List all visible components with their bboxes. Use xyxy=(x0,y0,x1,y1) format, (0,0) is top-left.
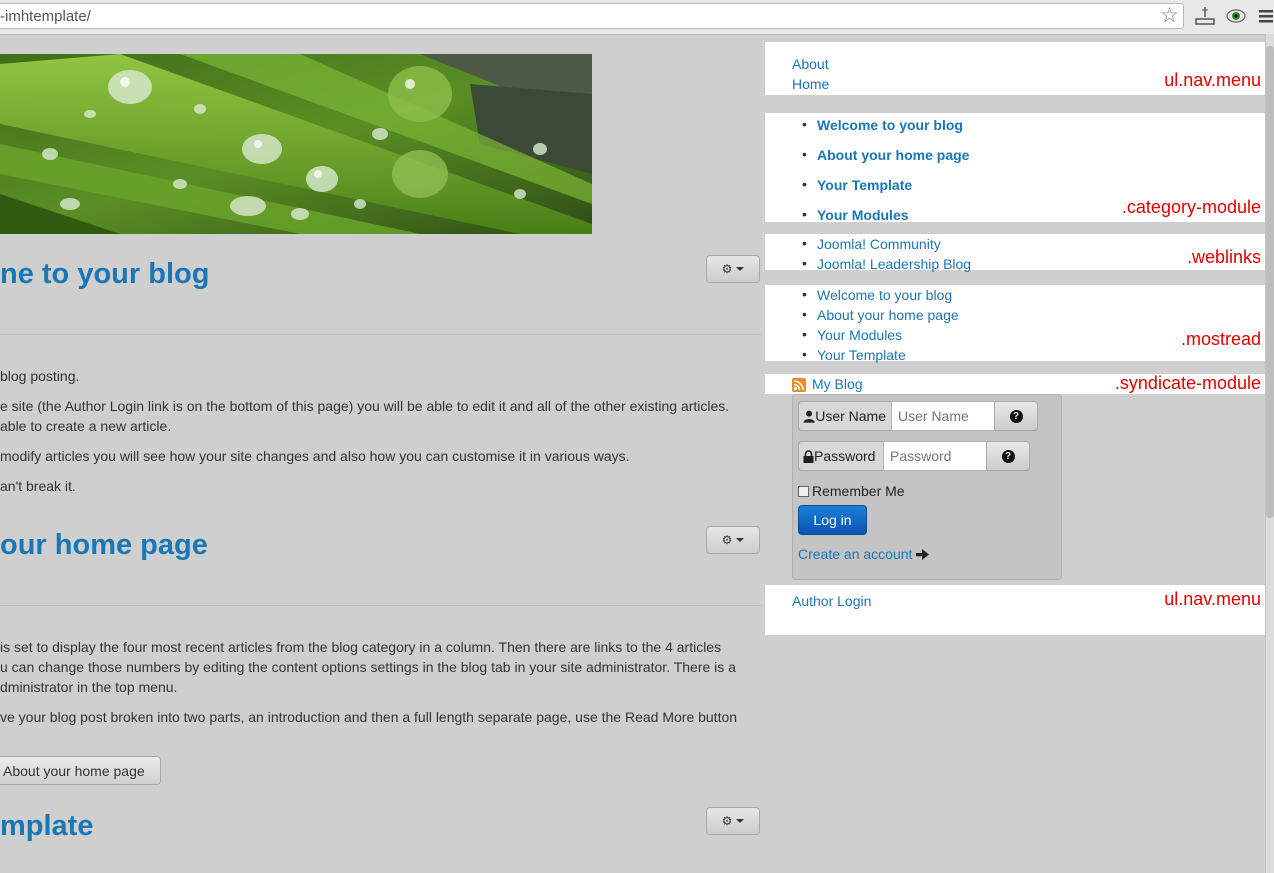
create-account-link[interactable]: Create an account xyxy=(798,546,930,562)
gear-icon: ⚙ xyxy=(721,814,733,828)
username-label: User Name xyxy=(815,408,886,424)
article-paragraph: is set to display the four most recent a… xyxy=(0,639,722,655)
list-bullet: • xyxy=(802,176,807,192)
module-annotation: .syndicate-module xyxy=(1114,373,1261,393)
list-bullet: • xyxy=(802,306,807,322)
gear-icon: ⚙ xyxy=(721,262,733,276)
article-title[interactable]: our home page xyxy=(0,527,208,563)
remember-me-checkbox[interactable] xyxy=(798,485,809,497)
menu-item-author-login[interactable]: Author Login xyxy=(792,593,871,609)
list-bullet: • xyxy=(802,116,807,132)
rss-icon[interactable] xyxy=(792,378,806,392)
divider xyxy=(0,605,762,606)
caret-down-icon xyxy=(736,819,745,823)
article-paragraph: u can change those numbers by editing th… xyxy=(0,659,736,675)
scrollbar-thumb[interactable] xyxy=(1266,46,1274,518)
menu-item-about[interactable]: About xyxy=(792,56,829,72)
login-button[interactable]: Log in xyxy=(798,505,867,535)
password-help-button[interactable]: ? xyxy=(986,441,1030,471)
password-label: Password xyxy=(814,448,876,464)
article-paragraph: dministrator in the top menu. xyxy=(0,679,178,695)
mostread-item[interactable]: Your Template xyxy=(817,347,906,363)
article-paragraph: an't break it. xyxy=(0,478,76,494)
syndicate-link[interactable]: My Blog xyxy=(812,376,863,392)
list-bullet: • xyxy=(802,255,807,271)
username-help-button[interactable]: ? xyxy=(994,401,1038,431)
star-icon[interactable]: ☆ xyxy=(1160,4,1179,28)
article-paragraph: able to create a new article. xyxy=(0,418,172,434)
article-tools-button[interactable]: ⚙ xyxy=(706,526,760,554)
mostread-item[interactable]: About your home page xyxy=(817,307,959,323)
category-module: • Welcome to your blog • About your home… xyxy=(765,113,1265,223)
article-title[interactable]: ne to your blog xyxy=(0,256,209,292)
question-icon: ? xyxy=(1009,409,1023,423)
create-account-label[interactable]: Create an account xyxy=(798,546,912,562)
menu-item-home[interactable]: Home xyxy=(792,76,829,92)
category-item[interactable]: Welcome to your blog xyxy=(817,117,963,133)
category-item[interactable]: About your home page xyxy=(817,147,969,163)
question-icon: ? xyxy=(1001,449,1015,463)
article-paragraph: blog posting. xyxy=(0,368,80,384)
arrow-right-icon xyxy=(916,548,930,560)
list-bullet: • xyxy=(802,146,807,162)
category-item[interactable]: Your Modules xyxy=(817,207,909,223)
module-annotation: ul.nav.menu xyxy=(1164,589,1261,609)
download-icon[interactable] xyxy=(1194,6,1216,26)
module-annotation: .weblinks xyxy=(1186,247,1261,267)
eye-icon[interactable] xyxy=(1225,6,1247,26)
list-bullet: • xyxy=(802,326,807,342)
password-input[interactable] xyxy=(883,441,987,471)
divider xyxy=(0,334,762,335)
list-bullet: • xyxy=(802,206,807,222)
remember-me-label[interactable]: Remember Me xyxy=(812,483,905,499)
user-icon xyxy=(803,410,815,423)
header-banner-image xyxy=(0,54,592,234)
article-title[interactable]: mplate xyxy=(0,808,93,844)
module-annotation: .category-module xyxy=(1121,197,1261,217)
weblink-item[interactable]: Joomla! Leadership Blog xyxy=(817,256,971,272)
password-addon: Password xyxy=(798,441,884,471)
mostread-item[interactable]: Welcome to your blog xyxy=(817,287,952,303)
caret-down-icon xyxy=(736,267,745,271)
article-tools-button[interactable]: ⚙ xyxy=(706,807,760,835)
weblinks-module: • Joomla! Community • Joomla! Leadership… xyxy=(765,234,1265,272)
footer-menu-module: Author Login ul.nav.menu xyxy=(765,585,1265,635)
address-bar[interactable]: -imhtemplate/ ☆ xyxy=(0,3,1184,29)
url-text: -imhtemplate/ xyxy=(0,8,91,25)
weblink-item[interactable]: Joomla! Community xyxy=(817,236,941,252)
browser-toolbar: -imhtemplate/ ☆ xyxy=(0,0,1274,35)
nav-menu-module: About Home ul.nav.menu xyxy=(765,42,1265,95)
article-paragraph: e site (the Author Login link is on the … xyxy=(0,398,730,414)
login-form: User Name ? Password ? Remember Me Log i… xyxy=(792,394,1062,580)
list-bullet: • xyxy=(802,346,807,362)
username-addon: User Name xyxy=(798,401,892,431)
username-input[interactable] xyxy=(891,401,995,431)
mostread-module: • Welcome to your blog • About your home… xyxy=(765,285,1265,363)
article-paragraph: modify articles you will see how your si… xyxy=(0,448,630,464)
category-item[interactable]: Your Template xyxy=(817,177,912,193)
caret-down-icon xyxy=(736,538,745,542)
gear-icon: ⚙ xyxy=(721,533,733,547)
mostread-item[interactable]: Your Modules xyxy=(817,327,902,343)
menu-icon[interactable] xyxy=(1258,6,1274,26)
module-annotation: ul.nav.menu xyxy=(1164,70,1261,90)
list-bullet: • xyxy=(802,235,807,251)
lock-icon xyxy=(803,449,814,463)
read-more-button[interactable]: About your home page xyxy=(0,756,161,785)
list-bullet: • xyxy=(802,286,807,302)
module-annotation: .mostread xyxy=(1180,329,1261,349)
remember-me-row: Remember Me xyxy=(798,483,905,499)
article-tools-button[interactable]: ⚙ xyxy=(706,255,760,283)
article-paragraph: ve your blog post broken into two parts,… xyxy=(0,709,738,725)
syndicate-module: My Blog .syndicate-module xyxy=(765,373,1265,394)
